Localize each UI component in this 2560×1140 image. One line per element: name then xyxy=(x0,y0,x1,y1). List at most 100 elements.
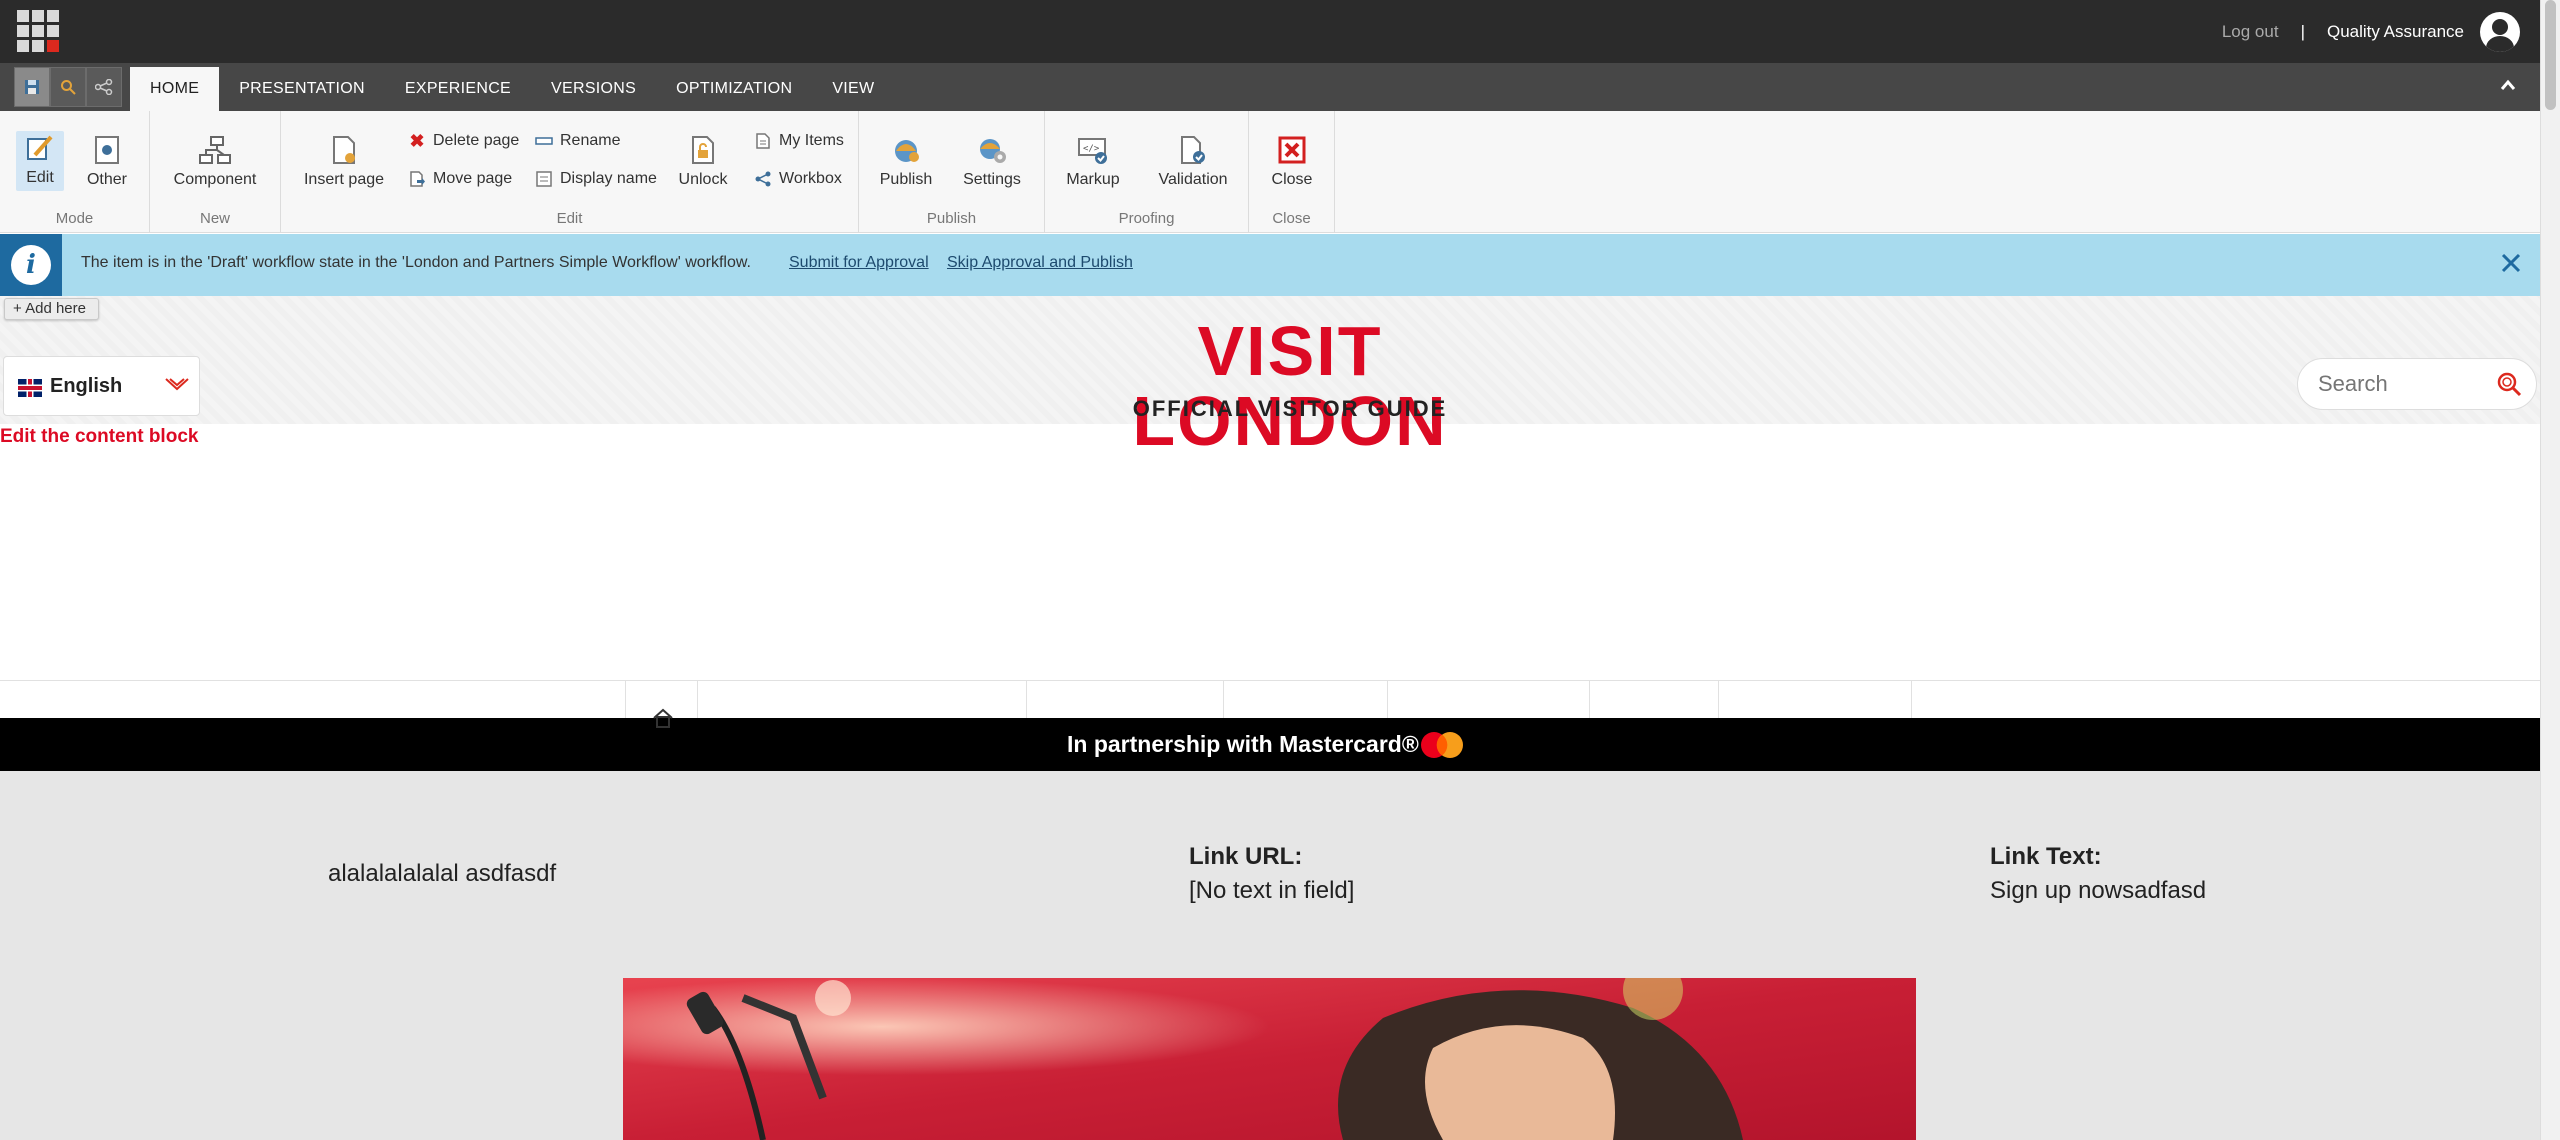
my-items-button[interactable]: My Items xyxy=(754,132,844,150)
share-icon[interactable] xyxy=(86,67,122,107)
nav-divider xyxy=(1718,681,1719,719)
insert-page-label: Insert page xyxy=(303,171,385,188)
display-name-button[interactable]: Display name xyxy=(535,170,657,188)
search-input[interactable] xyxy=(2318,371,2488,397)
language-selector[interactable]: English xyxy=(3,356,200,416)
link-url-value[interactable]: [No text in field] xyxy=(1189,877,1354,905)
add-here-button[interactable]: + Add here xyxy=(4,298,99,320)
component-icon xyxy=(198,133,232,167)
proofing-group-label: Proofing xyxy=(1118,210,1175,227)
other-icon xyxy=(90,133,124,167)
rename-icon xyxy=(535,132,553,150)
mastercard-logo-icon xyxy=(1417,730,1467,760)
settings-icon xyxy=(975,133,1009,167)
nav-divider xyxy=(1223,681,1224,719)
collapse-ribbon-icon[interactable] xyxy=(2500,75,2516,96)
submit-for-approval-link[interactable]: Submit for Approval xyxy=(789,254,929,272)
hero-image[interactable] xyxy=(623,978,1916,1140)
edit-content-block-link[interactable]: Edit the content block xyxy=(0,426,198,448)
ribbon-group-proofing: </> Markup Validation Proofing xyxy=(1045,111,1249,233)
unlock-label: Unlock xyxy=(678,171,728,188)
svg-text:</>: </> xyxy=(1083,144,1100,154)
component-button[interactable]: Component xyxy=(170,133,260,189)
search-icon[interactable] xyxy=(2496,371,2522,397)
delete-page-button[interactable]: ✖ Delete page xyxy=(408,130,519,151)
nav-divider xyxy=(697,681,698,719)
workbox-button[interactable]: Workbox xyxy=(754,170,842,188)
separator: | xyxy=(2300,21,2305,41)
logo-title[interactable]: VISIT LONDON xyxy=(1035,316,1545,456)
top-right-area: Log out | Quality Assurance xyxy=(2222,0,2540,63)
plus-icon: + xyxy=(13,300,26,317)
user-name[interactable]: Quality Assurance xyxy=(2327,22,2464,42)
move-page-button[interactable]: Move page xyxy=(408,170,512,188)
publish-settings-button[interactable]: Settings xyxy=(959,133,1025,189)
site-search xyxy=(2297,358,2537,410)
display-name-icon xyxy=(535,170,553,188)
home-icon[interactable] xyxy=(652,708,674,734)
nav-divider xyxy=(1387,681,1388,719)
page-scrollbar[interactable] xyxy=(2540,0,2560,1140)
scrollbar-thumb[interactable] xyxy=(2545,0,2556,110)
link-text-label: Link Text: xyxy=(1990,843,2102,870)
tab-experience[interactable]: EXPERIENCE xyxy=(385,67,531,111)
ribbon-group-mode: Edit Other Mode xyxy=(0,111,150,233)
info-icon: i xyxy=(0,234,62,296)
close-editor-button[interactable]: Close xyxy=(1263,133,1321,189)
insert-page-button[interactable]: Insert page xyxy=(301,133,387,189)
publish-label: Publish xyxy=(879,171,933,188)
search-icon[interactable] xyxy=(50,67,86,107)
validation-label: Validation xyxy=(1158,171,1228,188)
nav-divider xyxy=(1911,681,1912,719)
rename-button[interactable]: Rename xyxy=(535,132,620,150)
uk-flag-icon xyxy=(18,379,42,397)
markup-button[interactable]: </> Markup xyxy=(1061,133,1125,189)
nav-divider xyxy=(1589,681,1590,719)
tab-view[interactable]: VIEW xyxy=(812,67,894,111)
tab-presentation[interactable]: PRESENTATION xyxy=(219,67,385,111)
new-group-label: New xyxy=(199,210,230,227)
move-page-icon xyxy=(408,170,426,188)
avatar[interactable] xyxy=(2480,11,2520,52)
save-icon[interactable] xyxy=(14,67,50,107)
partnership-text: In partnership with Mastercard® xyxy=(1067,731,1419,757)
validation-button[interactable]: Validation xyxy=(1151,133,1235,189)
workbox-label: Workbox xyxy=(779,170,842,187)
tab-versions[interactable]: VERSIONS xyxy=(531,67,656,111)
delete-icon: ✖ xyxy=(409,130,425,151)
ribbon-tabs: HOME PRESENTATION EXPERIENCE VERSIONS OP… xyxy=(130,67,894,111)
logo-subtitle: OFFICIAL VISITOR GUIDE xyxy=(1132,396,1448,421)
my-items-icon xyxy=(754,132,772,150)
close-notification-icon[interactable] xyxy=(2500,248,2522,282)
link-url-label: Link URL: xyxy=(1189,843,1303,870)
component-label: Component xyxy=(173,171,257,188)
tab-home[interactable]: HOME xyxy=(130,67,220,111)
body-text[interactable]: alalalalalalal asdfasdf xyxy=(328,860,556,888)
edit-icon xyxy=(23,131,57,165)
skip-approval-link[interactable]: Skip Approval and Publish xyxy=(947,254,1133,272)
my-items-label: My Items xyxy=(779,132,844,149)
publish-group-label: Publish xyxy=(926,210,977,227)
markup-icon: </> xyxy=(1076,133,1110,167)
workflow-notification: i The item is in the 'Draft' workflow st… xyxy=(0,234,2540,296)
quick-access-toolbar xyxy=(14,67,122,107)
tab-optimization[interactable]: OPTIMIZATION xyxy=(656,67,812,111)
logout-link[interactable]: Log out xyxy=(2222,22,2279,42)
edit-mode-button[interactable]: Edit xyxy=(16,131,64,191)
launchpad-icon[interactable] xyxy=(17,10,59,52)
language-name: English xyxy=(50,375,123,397)
publish-icon xyxy=(889,133,923,167)
other-mode-button[interactable]: Other xyxy=(82,133,132,189)
publish-button[interactable]: Publish xyxy=(873,133,939,189)
move-page-label: Move page xyxy=(433,170,513,187)
partnership-banner: In partnership with Mastercard® xyxy=(0,718,2540,771)
ribbon: Edit Other Mode Component New Insert pag… xyxy=(0,111,2540,233)
unlock-button[interactable]: Unlock xyxy=(675,133,731,189)
link-text-value[interactable]: Sign up nowsadfasd xyxy=(1990,877,2206,905)
main-navigation xyxy=(0,680,2540,719)
edit-group-label: Edit xyxy=(556,210,583,227)
workbox-icon xyxy=(754,170,772,188)
top-bar: Log out | Quality Assurance xyxy=(0,0,2540,63)
validation-icon xyxy=(1176,133,1210,167)
ribbon-group-close: Close Close xyxy=(1249,111,1335,233)
